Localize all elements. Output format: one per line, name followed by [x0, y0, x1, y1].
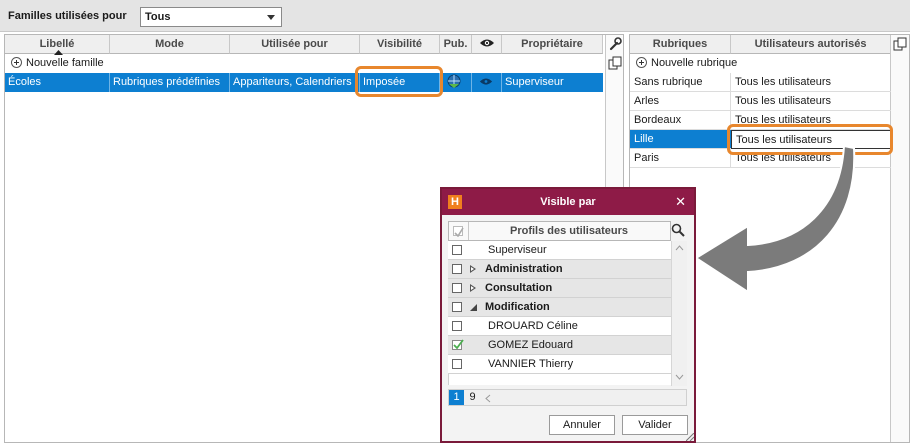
profiles-header-label: Profils des utilisateurs [510, 225, 628, 237]
visible-par-dialog: H Visible par ✕ Profils des utilisateurs… [440, 187, 696, 443]
search-icon[interactable] [671, 223, 685, 237]
scroll-left-icon[interactable] [485, 394, 491, 403]
checkbox[interactable] [452, 359, 462, 369]
group-label: Administration [485, 263, 563, 275]
cell-utilisee: Appariteurs, Calendriers [230, 73, 360, 92]
check-icon [453, 339, 464, 350]
checkbox[interactable] [452, 302, 462, 312]
chevron-down-icon [267, 15, 275, 20]
filter-label: Familles utilisées pour [8, 10, 127, 22]
rubrique-name: Arles [630, 92, 731, 111]
copy-icon[interactable] [893, 37, 907, 51]
resize-grip-icon[interactable] [686, 433, 694, 441]
publish-globe-icon [447, 74, 461, 88]
user-label: VANNIER Thierry [488, 358, 574, 370]
vertical-scrollbar[interactable] [671, 241, 687, 386]
checkbox[interactable] [452, 321, 462, 331]
filter-value: Tous [145, 11, 171, 23]
highlight-visibilite [355, 66, 443, 97]
rubrique-users: Tous les utilisateurs [731, 73, 891, 92]
dialog-title: Visible par [540, 196, 596, 208]
checkbox-checked[interactable] [452, 339, 464, 350]
expand-icon[interactable] [470, 284, 476, 292]
page-total[interactable]: 9 [466, 390, 479, 405]
select-all-checkbox[interactable] [453, 226, 464, 237]
col-header-utilisateurs[interactable]: Utilisateurs autorisés [731, 35, 891, 54]
cancel-button[interactable]: Annuler [549, 415, 615, 435]
checkbox[interactable] [452, 283, 462, 293]
list-item-group[interactable]: Administration [448, 260, 671, 279]
dialog-title-bar[interactable]: H Visible par ✕ [442, 189, 694, 215]
scroll-down-icon[interactable] [675, 374, 684, 380]
pager-bar: 1 9 [448, 389, 687, 406]
list-item-group[interactable]: Modification [448, 298, 671, 317]
cell-eye[interactable] [472, 73, 502, 92]
list-item[interactable]: DROUARD Céline [448, 317, 671, 336]
col-header-utilisee[interactable]: Utilisée pour [230, 35, 360, 54]
list-item[interactable]: Superviseur [448, 241, 671, 260]
new-family-label: Nouvelle famille [26, 57, 104, 69]
col-header-mode[interactable]: Mode [110, 35, 230, 54]
profile-label: Superviseur [488, 244, 547, 256]
group-label: Consultation [485, 282, 553, 294]
new-family-row[interactable]: Nouvelle famille [5, 54, 603, 73]
col-header-visibilite[interactable]: Visibilité [360, 35, 440, 54]
user-label: GOMEZ Edouard [488, 339, 573, 351]
rubrique-tools [890, 35, 909, 442]
filter-dropdown[interactable]: Tous [140, 7, 282, 27]
cell-pub[interactable] [440, 73, 472, 92]
check-icon [454, 227, 464, 237]
close-icon[interactable]: ✕ [675, 194, 686, 210]
group-label: Modification [485, 301, 550, 313]
new-rubrique-row[interactable]: Nouvelle rubrique [630, 54, 891, 73]
scroll-up-icon[interactable] [675, 245, 684, 251]
col-header-rubriques[interactable]: Rubriques [630, 35, 731, 54]
checkbox[interactable] [452, 245, 462, 255]
table-row[interactable]: Écoles Rubriques prédéfinies Appariteurs… [5, 73, 603, 92]
profiles-header: Profils des utilisateurs [448, 221, 671, 241]
expand-icon[interactable] [470, 265, 476, 273]
collapse-icon[interactable] [470, 304, 477, 311]
col-header-eye[interactable] [472, 35, 502, 54]
cell-libelle: Écoles [5, 73, 110, 92]
wrench-icon[interactable] [608, 37, 622, 51]
checkbox[interactable] [452, 264, 462, 274]
list-item[interactable]: VANNIER Thierry [448, 355, 671, 374]
list-item[interactable]: GOMEZ Edouard [448, 336, 671, 355]
curved-arrow-icon [694, 144, 856, 294]
filter-bar: Familles utilisées pour Tous [0, 0, 910, 32]
list-item[interactable]: Arles Tous les utilisateurs [630, 92, 891, 111]
list-item-group[interactable]: Consultation [448, 279, 671, 298]
copy-icon[interactable] [608, 56, 622, 70]
col-header-proprietaire[interactable]: Propriétaire [502, 35, 603, 54]
list-item[interactable]: Sans rubrique Tous les utilisateurs [630, 73, 891, 92]
col-header-pub[interactable]: Pub. [440, 35, 472, 54]
add-icon [636, 57, 647, 68]
validate-button[interactable]: Valider [622, 415, 688, 435]
cell-proprietaire: Superviseur [505, 76, 564, 88]
eye-icon [479, 78, 493, 85]
eye-icon [479, 39, 494, 47]
rubrique-name: Bordeaux [630, 111, 731, 130]
page-current[interactable]: 1 [449, 390, 464, 405]
cell-mode: Rubriques prédéfinies [110, 73, 230, 92]
user-label: DROUARD Céline [488, 320, 578, 332]
new-rubrique-label: Nouvelle rubrique [651, 57, 738, 69]
rubrique-users: Tous les utilisateurs [731, 92, 891, 111]
add-icon [11, 57, 22, 68]
rubrique-name: Sans rubrique [630, 73, 731, 92]
